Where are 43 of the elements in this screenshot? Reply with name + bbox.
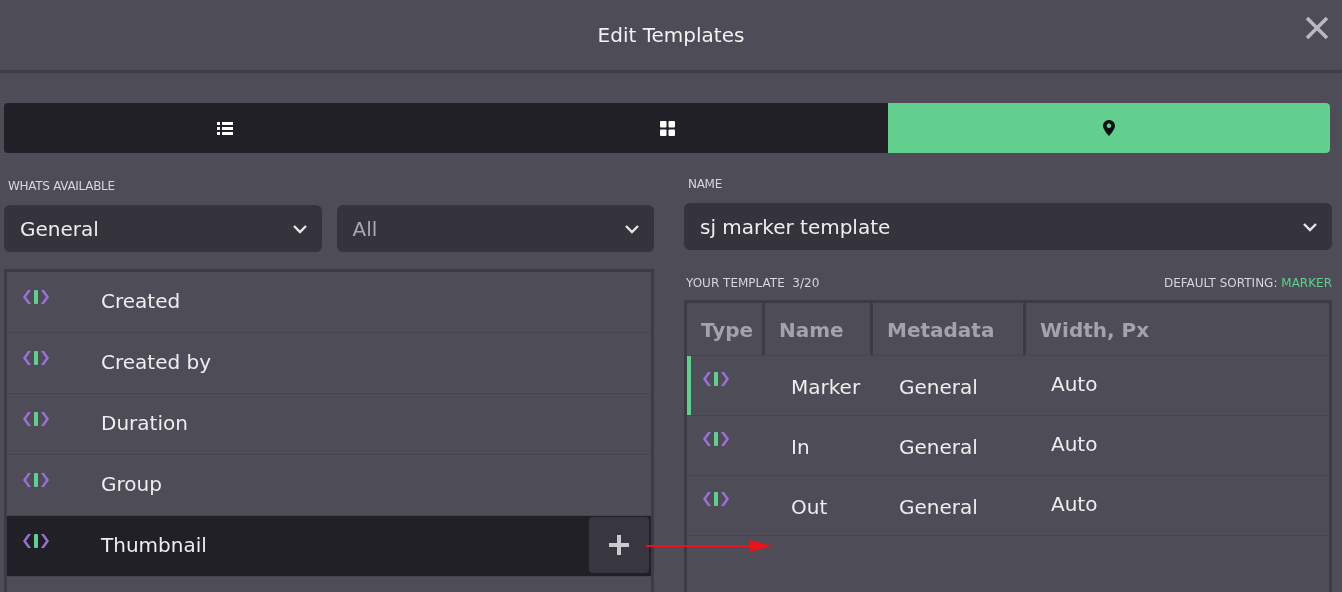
sorting-value[interactable]: MARKER bbox=[1281, 276, 1332, 290]
table-cell: Marker bbox=[791, 375, 861, 399]
template-row[interactable]: Out General Auto bbox=[687, 476, 1329, 536]
table-cell: Auto bbox=[1051, 492, 1098, 516]
field-list-item[interactable]: Created by bbox=[7, 333, 651, 394]
template-row[interactable]: In General Auto bbox=[687, 416, 1329, 476]
chevron-down-icon bbox=[624, 223, 640, 234]
table-cell: In bbox=[791, 435, 810, 459]
metadata-type-icon bbox=[21, 471, 51, 489]
add-button[interactable] bbox=[589, 517, 649, 573]
table-cell: Auto bbox=[1051, 372, 1098, 396]
filter-dropdown[interactable]: All bbox=[336, 205, 654, 252]
chevron-down-icon bbox=[291, 223, 308, 234]
list-icon bbox=[217, 121, 233, 135]
template-name-dropdown[interactable]: sj marker template bbox=[684, 203, 1332, 250]
field-list-item[interactable]: Created bbox=[7, 272, 651, 333]
template-count: 3/20 bbox=[792, 276, 820, 290]
metadata-type-icon bbox=[21, 288, 51, 306]
template-title: YOUR TEMPLATE bbox=[686, 276, 785, 290]
view-tab[interactable] bbox=[888, 103, 1330, 153]
table-cell: General bbox=[899, 375, 978, 399]
chevron-down-icon bbox=[1302, 221, 1318, 232]
metadata-type-icon bbox=[21, 410, 51, 428]
map-pin-icon bbox=[1103, 120, 1115, 136]
plus-icon bbox=[608, 534, 630, 556]
field-list-item[interactable]: Thumbnail bbox=[7, 516, 651, 577]
window-title: Edit Templates bbox=[597, 23, 745, 47]
table-cell: Out bbox=[791, 495, 828, 519]
template-row[interactable]: Marker General Auto bbox=[687, 356, 1329, 416]
name-label: NAME bbox=[688, 177, 723, 191]
metadata-type-icon bbox=[701, 490, 731, 508]
metadata-type-icon bbox=[21, 349, 51, 367]
metadata-type-icon bbox=[701, 430, 731, 448]
grid-icon bbox=[659, 120, 675, 136]
metadata-type-icon bbox=[701, 370, 731, 388]
table-cell: General bbox=[899, 435, 978, 459]
table-cell: General bbox=[899, 495, 978, 519]
category-dropdown[interactable]: General bbox=[4, 205, 322, 252]
field-list-item[interactable]: Duration bbox=[7, 394, 651, 455]
table-cell: Auto bbox=[1051, 432, 1098, 456]
sorting-label: DEFAULT SORTING: bbox=[1163, 276, 1278, 290]
section-label: WHATS AVAILABLE bbox=[8, 179, 116, 193]
metadata-type-icon bbox=[21, 532, 51, 550]
